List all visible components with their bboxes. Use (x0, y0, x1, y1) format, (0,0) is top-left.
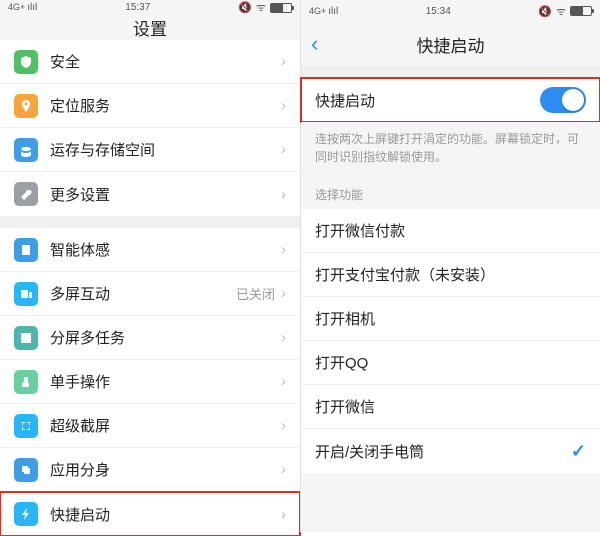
settings-row[interactable]: 智能体感› (0, 228, 300, 272)
toggle-section: 快捷启动 (301, 78, 600, 122)
storage-icon (14, 138, 38, 162)
row-label: 单手操作 (50, 371, 281, 392)
row-label: 更多设置 (50, 184, 281, 205)
option-row[interactable]: 打开相机 (301, 297, 600, 341)
settings-row[interactable]: 单手操作› (0, 360, 300, 404)
settings-row[interactable]: 应用分身› (0, 448, 300, 492)
settings-row[interactable]: 更多设置› (0, 172, 300, 216)
option-label: 打开支付宝付款（未安装） (315, 264, 586, 285)
toggle-switch[interactable] (540, 87, 586, 113)
carrier-label: 4G+ (8, 3, 25, 12)
chevron-right-icon: › (281, 97, 286, 114)
settings-row[interactable]: 定位服务› (0, 84, 300, 128)
bars-icon: ılıl (27, 2, 37, 13)
wifi-icon: ᯤ (556, 4, 566, 19)
row-label: 分屏多任务 (50, 327, 281, 348)
header: ‹ 快捷启动 (301, 22, 600, 66)
row-label: 运存与存储空间 (50, 139, 281, 160)
status-right: 🔇 ᯤ (538, 4, 592, 19)
multiscreen-icon (14, 282, 38, 306)
settings-row[interactable]: 安全› (0, 40, 300, 84)
row-label: 定位服务 (50, 95, 281, 116)
option-row[interactable]: 打开微信付款 (301, 209, 600, 253)
option-row[interactable]: 打开支付宝付款（未安装） (301, 253, 600, 297)
clone-icon (14, 458, 38, 482)
chevron-right-icon: › (281, 53, 286, 70)
chevron-right-icon: › (281, 417, 286, 434)
status-right: 🔇 ᯤ (238, 0, 292, 15)
chevron-right-icon: › (281, 461, 286, 478)
status-bar: 4G+ ılıl 15:37 🔇 ᯤ (0, 0, 300, 15)
chevron-right-icon: › (281, 141, 286, 158)
settings-row[interactable]: 快捷启动› (0, 492, 300, 536)
row-label: 快捷启动 (50, 504, 281, 525)
mute-icon: 🔇 (238, 1, 252, 14)
settings-screen: 4G+ ılıl 15:37 🔇 ᯤ 设置 安全›定位服务›运存与存储空间›更多… (0, 0, 300, 532)
wifi-icon: ᯤ (256, 0, 266, 15)
row-status: 已关闭 (236, 284, 275, 303)
status-bar: 4G+ ılıl 15:34 🔇 ᯤ (301, 0, 600, 22)
location-icon (14, 94, 38, 118)
chevron-right-icon: › (281, 241, 286, 258)
shield-icon (14, 50, 38, 74)
battery-icon (570, 6, 592, 16)
quick-launch-toggle-row[interactable]: 快捷启动 (301, 78, 600, 122)
option-label: 打开微信 (315, 396, 586, 417)
settings-list: 安全›定位服务›运存与存储空间›更多设置›智能体感›多屏互动已关闭›分屏多任务›… (0, 40, 300, 536)
row-label: 多屏互动 (50, 283, 236, 304)
more-icon (14, 182, 38, 206)
chevron-right-icon: › (281, 506, 286, 523)
settings-row[interactable]: 运存与存储空间› (0, 128, 300, 172)
status-left: 4G+ ılıl (309, 6, 338, 17)
options-list: 打开微信付款打开支付宝付款（未安装） 打开相机打开QQ 打开微信开启/关闭手电筒✓ (301, 209, 600, 473)
chevron-right-icon: › (281, 186, 286, 203)
page-title: 快捷启动 (417, 32, 485, 57)
bars-icon: ılıl (328, 6, 338, 17)
row-label: 安全 (50, 51, 281, 72)
option-label: 开启/关闭手电筒 (315, 441, 571, 462)
description-text: 连按两次上屏键打开涓定的功能。屏幕锁定时，可同时识别指纹解锁使用。 (301, 122, 600, 176)
chevron-right-icon: › (281, 329, 286, 346)
chevron-right-icon: › (281, 373, 286, 390)
screenshot-icon (14, 414, 38, 438)
row-label: 智能体感 (50, 239, 281, 260)
onehand-icon (14, 370, 38, 394)
settings-row[interactable]: 分屏多任务› (0, 316, 300, 360)
row-label: 应用分身 (50, 459, 281, 480)
section-label: 选择功能 (301, 176, 600, 209)
battery-icon (270, 3, 292, 13)
split-icon (14, 326, 38, 350)
back-button[interactable]: ‹ (311, 31, 318, 57)
option-row[interactable]: 开启/关闭手电筒✓ (301, 429, 600, 473)
row-label: 超级截屏 (50, 415, 281, 436)
option-row[interactable]: 打开微信 (301, 385, 600, 429)
status-left: 4G+ ılıl (8, 2, 37, 13)
gesture-icon (14, 238, 38, 262)
option-label: 打开QQ (315, 352, 586, 373)
quick-icon (14, 502, 38, 526)
quick-launch-screen: 4G+ ılıl 15:34 🔇 ᯤ ‹ 快捷启动 快捷启动 连按两次上屏键打开… (300, 0, 600, 532)
settings-row[interactable]: 多屏互动已关闭 › (0, 272, 300, 316)
settings-row[interactable]: 超级截屏› (0, 404, 300, 448)
toggle-label: 快捷启动 (315, 90, 540, 111)
header: 设置 (0, 15, 300, 40)
status-time: 15:37 (125, 2, 150, 13)
status-time: 15:34 (426, 6, 451, 17)
carrier-label: 4G+ (309, 7, 326, 16)
mute-icon: 🔇 (538, 5, 552, 18)
option-label: 打开相机 (315, 308, 586, 329)
page-title: 设置 (133, 15, 167, 40)
option-row[interactable]: 打开QQ (301, 341, 600, 385)
check-icon: ✓ (571, 441, 586, 462)
option-label: 打开微信付款 (315, 220, 586, 241)
chevron-right-icon: › (281, 285, 286, 302)
